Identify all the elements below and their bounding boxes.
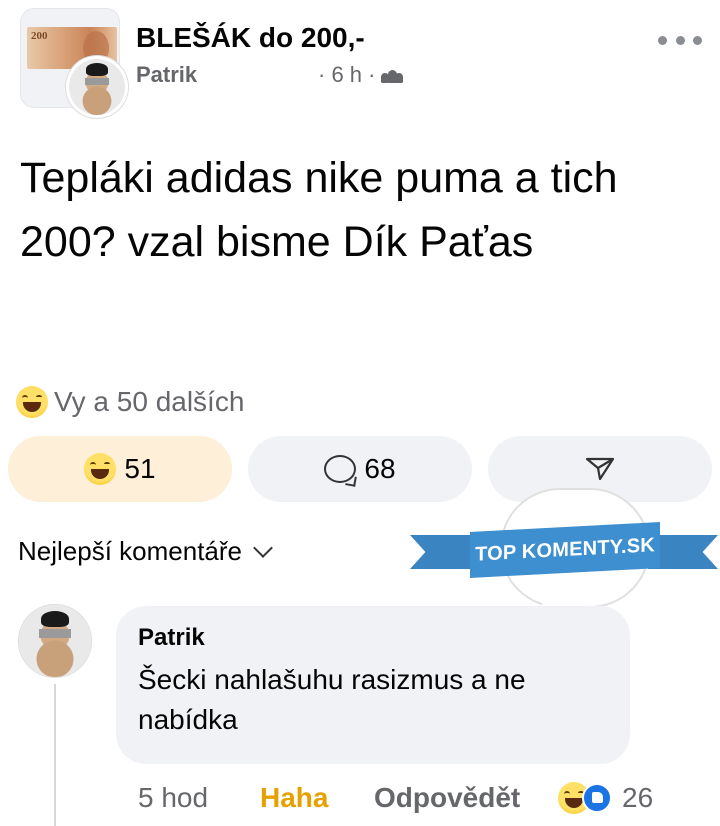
comment-reactions[interactable]: 26	[558, 782, 653, 814]
comment-count: 68	[364, 453, 396, 484]
members-icon	[381, 67, 404, 83]
watermark-text: TOP KOMENTY.SK	[470, 522, 660, 578]
comment-haha-button[interactable]: Haha	[260, 782, 328, 814]
more-options-icon[interactable]	[658, 36, 702, 48]
comment-icon	[324, 455, 357, 483]
comment-time: 5 hod	[138, 782, 209, 813]
author-avatar[interactable]	[66, 56, 128, 118]
comment-button[interactable]: 68	[248, 436, 472, 502]
watermark-ribbon: TOP KOMENTY.SK	[410, 522, 718, 579]
reaction-summary-text: Vy a 50 dalších	[54, 386, 245, 417]
group-name[interactable]: BLEŠÁK do 200,-	[136, 22, 365, 54]
haha-icon	[16, 386, 48, 418]
commenter-avatar[interactable]	[18, 604, 92, 678]
comment-filter-dropdown[interactable]: Nejlepší komentáře	[18, 536, 273, 567]
reaction-summary[interactable]: Vy a 50 dalších	[16, 386, 244, 418]
post-time: · 6 h ·	[318, 62, 376, 87]
reply-button[interactable]: Odpovědět	[374, 782, 520, 814]
haha-count: 51	[124, 453, 156, 484]
comment-reaction-count: 26	[622, 782, 654, 813]
comment-text: Šecki nahlašuhu rasizmus a ne nabídka	[138, 664, 526, 735]
post-meta: · 6 h ·	[318, 62, 404, 88]
share-icon	[585, 457, 615, 481]
haha-icon	[84, 453, 117, 485]
post-text: Tepláki adidas nike puma a tich 200? vza…	[20, 154, 618, 266]
thread-line	[54, 684, 56, 826]
banknote-value: 200	[31, 30, 48, 42]
comment-actions: 5 hod Haha Odpovědět 26	[138, 782, 653, 814]
like-icon	[582, 783, 612, 813]
react-button[interactable]: 51	[8, 436, 232, 502]
post-author[interactable]: Patrik	[136, 62, 197, 88]
comment-bubble: Patrik Šecki nahlašuhu rasizmus a ne nab…	[116, 606, 630, 764]
comment-filter-label: Nejlepší komentáře	[18, 536, 242, 566]
chevron-down-icon	[253, 537, 273, 558]
comment-author[interactable]: Patrik	[138, 624, 608, 652]
